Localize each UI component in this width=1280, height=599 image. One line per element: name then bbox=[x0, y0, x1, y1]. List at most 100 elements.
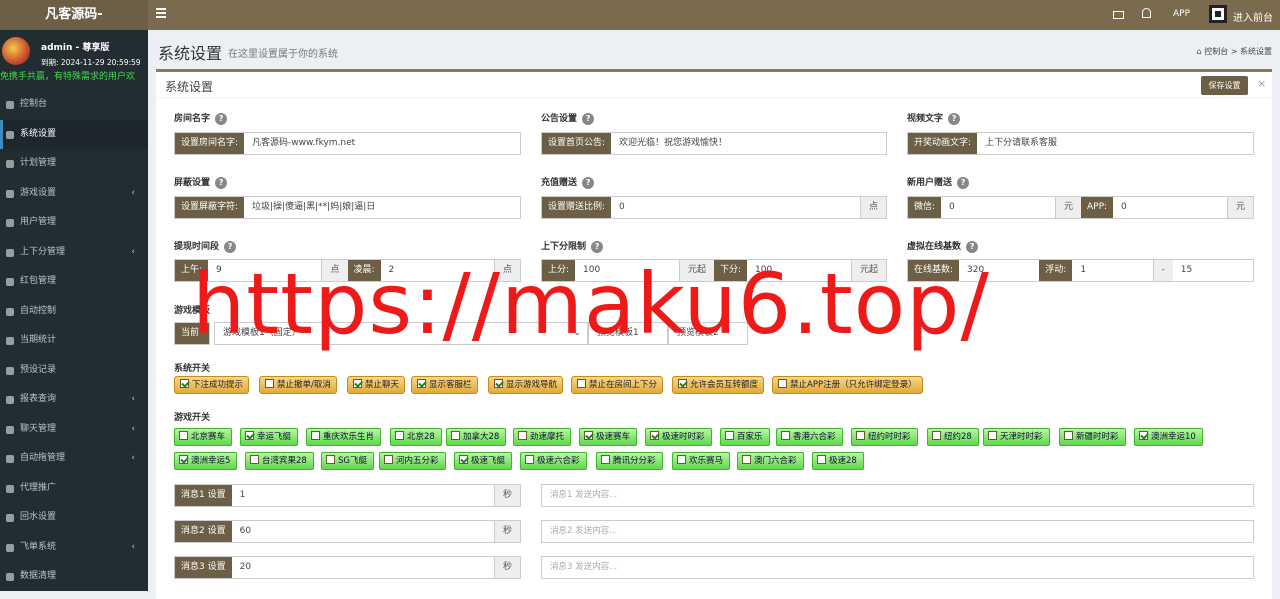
app-bonus-input[interactable]: 0 bbox=[1113, 197, 1227, 218]
dashboard-icon: ⌂ bbox=[1196, 47, 1202, 56]
sidebar-item-games[interactable]: 游戏设置 ‹ bbox=[0, 179, 148, 209]
sidebar-item-reports[interactable]: 报表查询 ‹ bbox=[0, 385, 148, 415]
sidebar-item-chat[interactable]: 聊天管理 ‹ bbox=[0, 415, 148, 445]
limit-label: 上下分限制? bbox=[541, 239, 604, 253]
game-switch[interactable]: 腾讯分分彩 bbox=[596, 452, 663, 470]
breadcrumb-home[interactable]: 控制台 bbox=[1204, 47, 1228, 56]
help-icon[interactable]: ? bbox=[948, 112, 961, 125]
help-icon[interactable]: ? bbox=[582, 176, 595, 189]
game-switch[interactable]: 极速28 bbox=[812, 452, 864, 470]
file-icon bbox=[6, 366, 14, 375]
help-icon[interactable]: ? bbox=[582, 112, 595, 125]
float-min-input[interactable]: 1 bbox=[1072, 260, 1152, 281]
sidebar-item-agents[interactable]: 代理推广 bbox=[0, 474, 148, 504]
sidebar-item-auto-control[interactable]: 自动控制 bbox=[0, 297, 148, 327]
game-switch[interactable]: 极速赛车 bbox=[579, 428, 638, 446]
switch-show-service[interactable]: 显示客服栏 bbox=[411, 376, 478, 394]
game-switch[interactable]: 新疆时时彩 bbox=[1059, 428, 1126, 446]
chevron-left-icon: ‹ bbox=[131, 394, 135, 404]
sidebar-item-rebate[interactable]: 回水设置 bbox=[0, 503, 148, 533]
message2-interval-input[interactable]: 60 bbox=[232, 521, 494, 542]
help-icon[interactable]: ? bbox=[215, 176, 228, 189]
app-link[interactable]: APP bbox=[1173, 9, 1190, 19]
switch-no-chat[interactable]: 禁止聊天 bbox=[347, 376, 406, 394]
block-words-input[interactable]: 垃圾|操|傻逼|黑|**|妈|娘|逼|日 bbox=[244, 197, 520, 218]
game-switch[interactable]: 澳门六合彩 bbox=[737, 452, 804, 470]
help-icon[interactable]: ? bbox=[224, 240, 237, 253]
gift-icon bbox=[6, 278, 14, 286]
chevron-left-icon: ‹ bbox=[131, 541, 135, 552]
sidebar-item-stats[interactable]: 当期统计 bbox=[0, 326, 148, 356]
message2-group: 消息2 设置 60 秒 bbox=[174, 520, 521, 543]
brand-logo[interactable]: 凡客源码- bbox=[0, 0, 148, 30]
help-icon[interactable]: ? bbox=[591, 240, 604, 253]
recharge-ratio-input[interactable]: 0 bbox=[611, 197, 860, 218]
message1-content-input[interactable]: 消息1 发送内容... bbox=[541, 484, 1254, 507]
switch-bet-success[interactable]: 下注成功提示 bbox=[174, 376, 250, 394]
qrcode-icon[interactable] bbox=[1209, 5, 1227, 23]
user-name: admin - 尊享版 bbox=[41, 43, 110, 53]
gamepad-icon bbox=[6, 189, 14, 198]
game-switch[interactable]: 北京赛车 bbox=[174, 428, 233, 446]
notice-input[interactable]: 欢迎光临！祝您游戏愉快！ bbox=[611, 133, 886, 154]
bell-icon[interactable] bbox=[1142, 8, 1151, 18]
top-navbar: 凡客源码- APP 进入前台 bbox=[0, 0, 1280, 30]
refresh-icon bbox=[6, 514, 14, 522]
float-max-input[interactable]: 15 bbox=[1173, 260, 1253, 281]
sidebar-item-plan[interactable]: 计划管理 bbox=[0, 149, 148, 179]
switch-no-cancel[interactable]: 禁止撤单/取消 bbox=[259, 376, 337, 394]
message3-interval-input[interactable]: 20 bbox=[232, 557, 494, 578]
sidebar-item-dashboard[interactable]: 控制台 bbox=[0, 90, 148, 120]
sidebar-item-redpacket[interactable]: 红包管理 bbox=[0, 267, 148, 297]
video-text-input[interactable]: 上下分请联系客服 bbox=[977, 133, 1253, 154]
help-icon[interactable]: ? bbox=[215, 112, 228, 125]
game-switch[interactable]: 香港六合彩 bbox=[776, 428, 843, 446]
game-switch[interactable]: 台湾宾果28 bbox=[245, 452, 314, 470]
sidebar-item-fly-orders[interactable]: 飞单系统 ‹ bbox=[0, 533, 148, 563]
game-switch[interactable]: 幸运飞艇 bbox=[240, 428, 299, 446]
game-switch[interactable]: 北京28 bbox=[390, 428, 442, 446]
message1-interval-input[interactable]: 1 bbox=[232, 485, 494, 506]
game-switch[interactable]: 极速飞艇 bbox=[454, 452, 513, 470]
sidebar: admin - 尊享版 到期: 2024-11-29 20:59:59 免携手共… bbox=[0, 30, 148, 591]
game-switch[interactable]: 河内五分彩 bbox=[379, 452, 446, 470]
sidebar-item-users[interactable]: 用户管理 bbox=[0, 208, 148, 238]
switch-show-nav[interactable]: 显示游戏导航 bbox=[488, 376, 564, 394]
game-switch[interactable]: 重庆欢乐生肖 bbox=[306, 428, 382, 446]
room-name-input[interactable]: 凡客源码-www.fkym.net bbox=[244, 133, 520, 154]
game-switch[interactable]: 纽约28 bbox=[927, 428, 979, 446]
message2-content-input[interactable]: 消息2 发送内容... bbox=[541, 520, 1254, 543]
close-icon[interactable]: × bbox=[1257, 77, 1266, 90]
front-link[interactable]: 进入前台 bbox=[1233, 9, 1273, 24]
wechat-bonus-input[interactable]: 0 bbox=[941, 197, 1055, 218]
game-switch[interactable]: SG飞艇 bbox=[321, 452, 374, 470]
sidebar-item-presets[interactable]: 预设记录 bbox=[0, 356, 148, 386]
game-switch[interactable]: 劲速摩托 bbox=[513, 428, 572, 446]
game-switch[interactable]: 极速六合彩 bbox=[520, 452, 587, 470]
game-switch[interactable]: 澳洲幸运5 bbox=[174, 452, 238, 470]
sidebar-menu: 控制台 系统设置 计划管理 游戏设置 ‹ 用户管理 上下分管理 ‹ 红包管理 自动控… bbox=[0, 90, 148, 592]
help-icon[interactable]: ? bbox=[957, 176, 970, 189]
plane-icon bbox=[6, 543, 14, 552]
sidebar-toggle-icon[interactable] bbox=[156, 8, 166, 10]
save-button[interactable]: 保存设置 bbox=[1201, 76, 1248, 95]
sliders-icon bbox=[6, 307, 14, 316]
help-icon[interactable]: ? bbox=[966, 240, 979, 253]
game-switch[interactable]: 百家乐 bbox=[720, 428, 770, 446]
game-switch[interactable]: 澳洲幸运10 bbox=[1134, 428, 1203, 446]
sidebar-item-data-clean[interactable]: 数据清理 bbox=[0, 562, 148, 592]
message3-content-input[interactable]: 消息3 发送内容... bbox=[541, 556, 1254, 579]
switch-no-app-register[interactable]: 禁止APP注册（只允许绑定登录） bbox=[772, 376, 923, 394]
game-switch[interactable]: 纽约时时彩 bbox=[851, 428, 918, 446]
switch-allow-transfer[interactable]: 允许会员互转额度 bbox=[672, 376, 765, 394]
sidebar-item-credits[interactable]: 上下分管理 ‹ bbox=[0, 238, 148, 268]
game-switch[interactable]: 天津时时彩 bbox=[983, 428, 1050, 446]
sidebar-item-auto-bots[interactable]: 自动拖管理 ‹ bbox=[0, 444, 148, 474]
mail-icon[interactable] bbox=[1113, 11, 1124, 19]
switch-no-room-credit[interactable]: 禁止在房间上下分 bbox=[571, 376, 664, 394]
game-switch[interactable]: 加拿大28 bbox=[446, 428, 507, 446]
user-plus-icon bbox=[6, 484, 14, 493]
game-switch[interactable]: 欢乐赛马 bbox=[672, 452, 731, 470]
sidebar-item-system-settings[interactable]: 系统设置 bbox=[0, 119, 148, 149]
game-switch[interactable]: 极速时时彩 bbox=[645, 428, 712, 446]
